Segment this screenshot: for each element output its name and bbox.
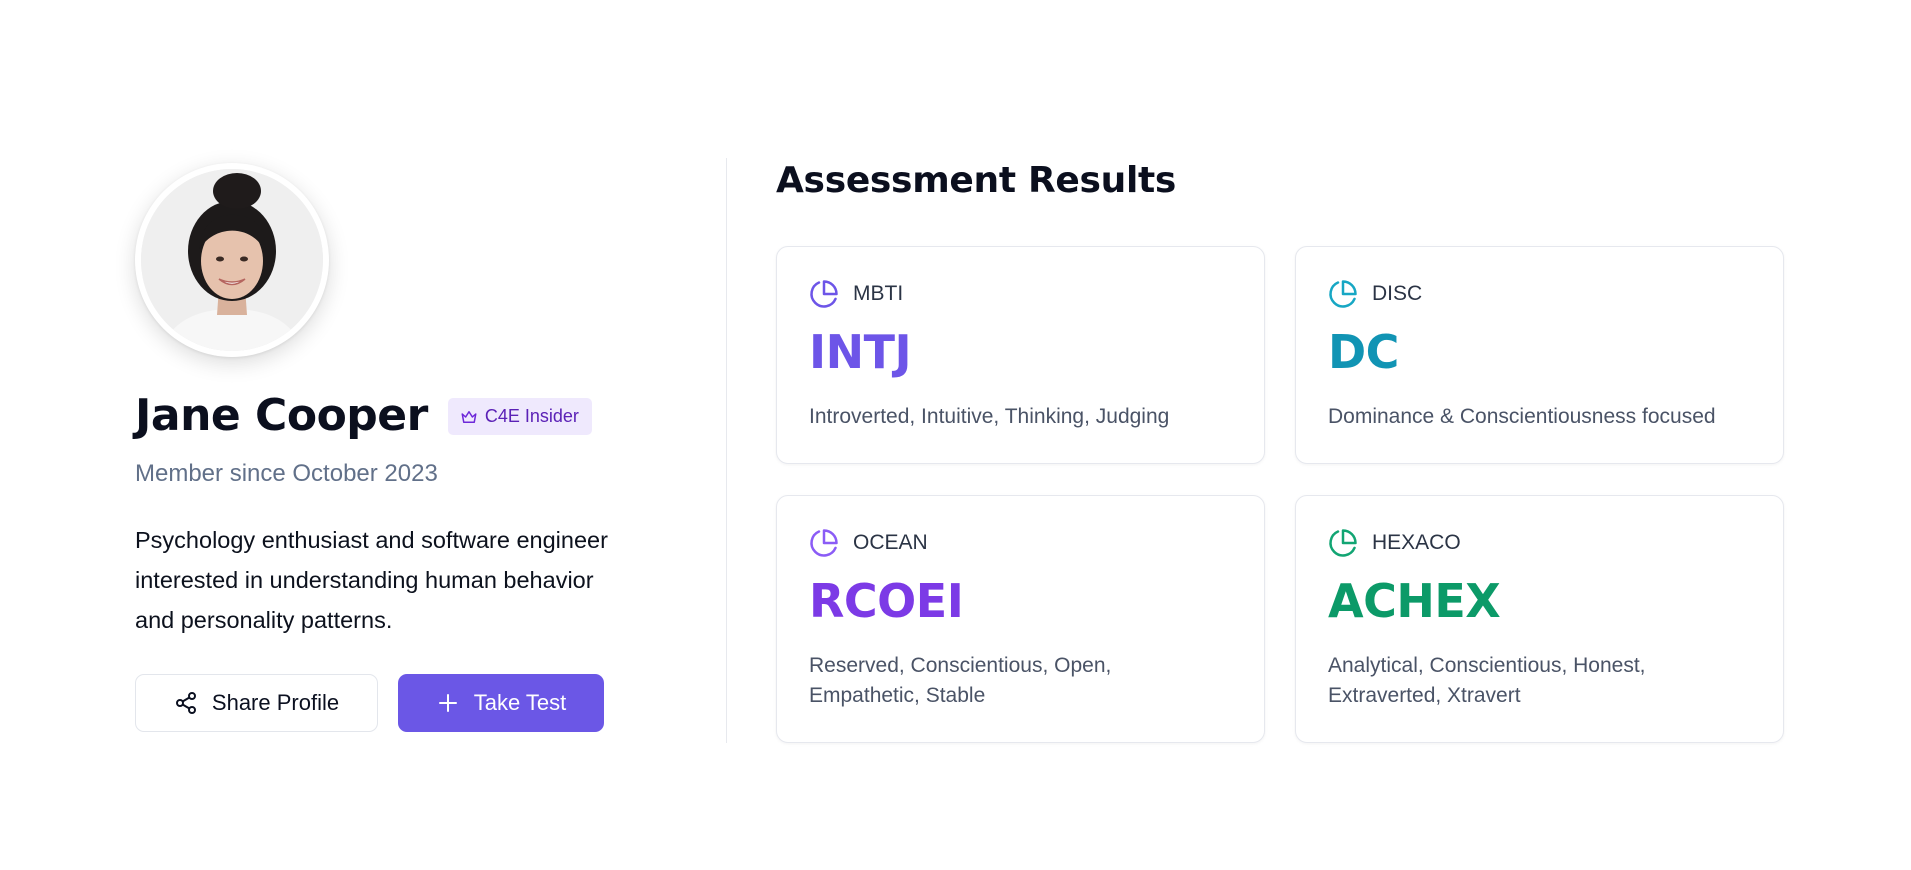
take-test-label: Take Test bbox=[473, 690, 567, 715]
card-label: OCEAN bbox=[853, 531, 928, 554]
share-profile-button[interactable]: Share Profile bbox=[135, 674, 378, 732]
insider-badge: C4E Insider bbox=[447, 398, 592, 435]
avatar-image bbox=[141, 169, 323, 351]
share-profile-label: Share Profile bbox=[211, 690, 340, 715]
profile-actions: Share Profile Take Test bbox=[135, 674, 604, 732]
profile-bio: Psychology enthusiast and software engin… bbox=[135, 527, 608, 633]
card-code: DC bbox=[1328, 325, 1399, 379]
results-title: Assessment Results bbox=[776, 160, 1177, 201]
column-divider bbox=[726, 158, 727, 743]
plus-icon bbox=[438, 694, 457, 712]
assessment-results: Assessment Results MBTI INTJ Introverted… bbox=[776, 158, 1784, 743]
member-since: Member since October 2023 bbox=[135, 460, 438, 487]
badge-label: C4E Insider bbox=[484, 406, 579, 426]
card-header: OCEAN bbox=[809, 528, 928, 558]
card-label: MBTI bbox=[853, 282, 904, 305]
result-card-mbti[interactable]: MBTI INTJ Introverted, Intuitive, Thinki… bbox=[776, 246, 1265, 464]
pie-chart-icon bbox=[1329, 280, 1357, 308]
result-card-disc[interactable]: DISC DC Dominance & Conscientiousness fo… bbox=[1295, 246, 1784, 464]
crown-icon bbox=[461, 410, 477, 423]
take-test-button[interactable]: Take Test bbox=[398, 674, 604, 732]
pie-chart-icon bbox=[1329, 529, 1357, 557]
result-card-ocean[interactable]: OCEAN RCOEI Reserved, Conscientious, Ope… bbox=[776, 495, 1265, 743]
card-header: MBTI bbox=[809, 279, 903, 309]
result-card-hexaco[interactable]: HEXACO ACHEX Analytical, Conscientious, … bbox=[1295, 495, 1784, 743]
avatar-portrait bbox=[141, 169, 323, 351]
profile-panel: Jane Cooper C4E Insider Member since Oct… bbox=[135, 158, 725, 743]
card-description: Dominance & Conscientiousness focused bbox=[1328, 405, 1716, 428]
card-header: DISC bbox=[1328, 279, 1422, 309]
name-row: Jane Cooper C4E Insider bbox=[135, 390, 592, 441]
profile-name: Jane Cooper bbox=[135, 390, 428, 441]
card-code: ACHEX bbox=[1328, 574, 1501, 628]
share-icon bbox=[175, 692, 196, 714]
card-description: Reserved, Conscientious, Open, Empatheti… bbox=[809, 654, 1112, 707]
card-description: Introverted, Intuitive, Thinking, Judgin… bbox=[809, 405, 1170, 428]
pie-chart-icon bbox=[810, 529, 838, 557]
card-header: HEXACO bbox=[1328, 528, 1461, 558]
card-label: DISC bbox=[1372, 282, 1423, 305]
avatar bbox=[135, 163, 329, 357]
card-description: Analytical, Conscientious, Honest, Extra… bbox=[1328, 654, 1646, 707]
pie-chart-icon bbox=[810, 280, 838, 308]
card-code: RCOEI bbox=[809, 574, 964, 628]
profile-page: Jane Cooper C4E Insider Member since Oct… bbox=[135, 158, 1784, 743]
card-code: INTJ bbox=[809, 325, 912, 379]
card-label: HEXACO bbox=[1372, 531, 1461, 554]
